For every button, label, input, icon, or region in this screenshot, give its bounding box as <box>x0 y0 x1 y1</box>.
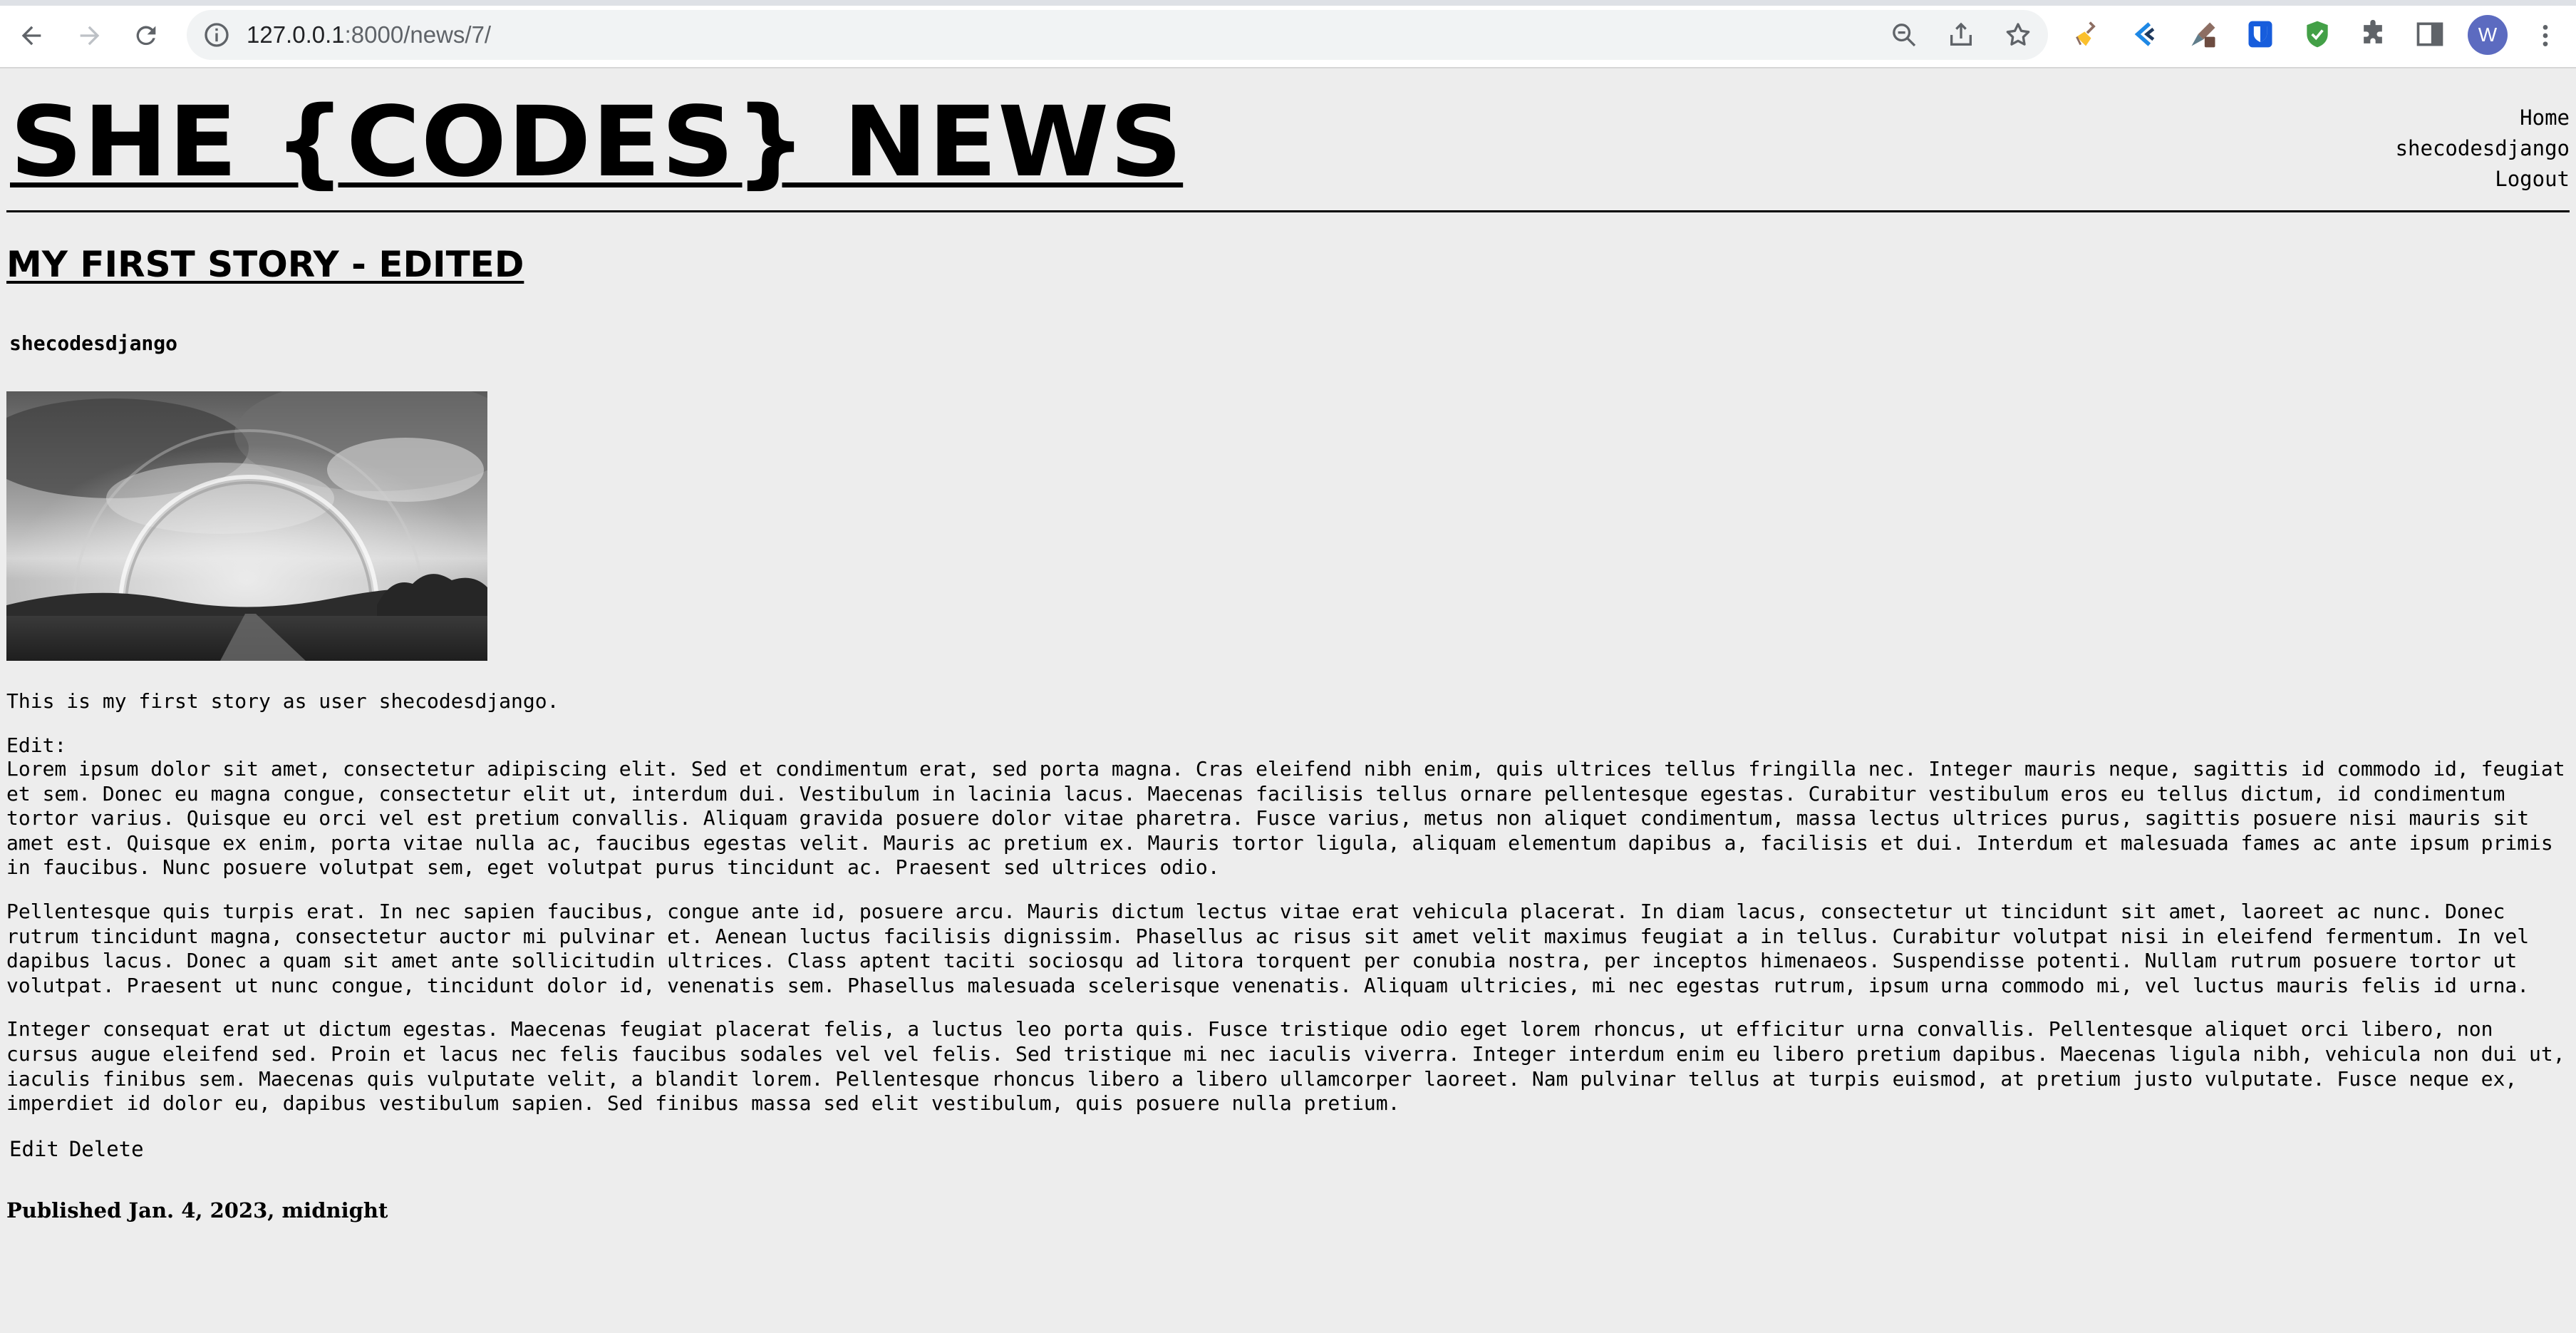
story-author: shecodesdjango <box>9 331 178 355</box>
story-body: Lorem ipsum dolor sit amet, consectetur … <box>6 757 2570 1136</box>
back-arrow-icon <box>21 26 41 46</box>
rainbow-photo <box>6 391 487 661</box>
story-paragraph: Lorem ipsum dolor sit amet, consectetur … <box>6 757 2565 880</box>
story-paragraph: Integer consequat erat ut dictum egestas… <box>6 1017 2565 1116</box>
forward-button[interactable] <box>70 16 110 56</box>
url-path: :8000/news/7/ <box>344 21 492 48</box>
reload-icon <box>136 26 156 46</box>
edit-story-link[interactable]: Edit <box>9 1137 59 1161</box>
profile-avatar[interactable]: W <box>2468 15 2508 55</box>
share-icon[interactable] <box>1947 21 1975 49</box>
url-text[interactable]: 127.0.0.1:8000/news/7/ <box>247 19 491 51</box>
address-bar[interactable]: 127.0.0.1:8000/news/7/ <box>187 10 2048 60</box>
page-content: SHE {CODES} NEWS Home shecodesdjango Log… <box>0 68 2576 1333</box>
nav-user-link[interactable]: shecodesdjango <box>2396 133 2570 164</box>
nav-home-link[interactable]: Home <box>2396 103 2570 133</box>
back-button[interactable] <box>11 16 51 56</box>
url-host: 127.0.0.1 <box>247 21 345 48</box>
bookmark-star-icon[interactable] <box>2004 21 2032 49</box>
side-panel-icon[interactable] <box>2413 17 2447 51</box>
story-actions: Edit Delete <box>9 1136 154 1162</box>
zoom-out-icon[interactable] <box>1890 21 1918 49</box>
cursor-extension-icon[interactable] <box>2127 17 2161 51</box>
tab-strip <box>0 0 2576 6</box>
story-title: MY FIRST STORY - EDITED <box>6 244 524 285</box>
site-nav: Home shecodesdjango Logout <box>2396 103 2570 195</box>
story-image <box>6 391 487 661</box>
story-paragraph: Pellentesque quis turpis erat. In nec sa… <box>6 899 2530 997</box>
forward-arrow-icon <box>80 26 100 46</box>
edit-label: Edit: <box>6 734 67 757</box>
extensions-puzzle-icon[interactable] <box>2356 17 2390 51</box>
eyedropper-extension-icon[interactable] <box>2186 17 2220 51</box>
shield-extension-icon[interactable] <box>2300 17 2334 51</box>
nav-logout-link[interactable]: Logout <box>2396 164 2570 195</box>
broom-extension-icon[interactable] <box>2070 17 2104 51</box>
delete-story-link[interactable]: Delete <box>69 1137 144 1161</box>
published-date: Published Jan. 4, 2023, midnight <box>6 1198 388 1223</box>
bitwarden-extension-icon[interactable] <box>2243 17 2277 51</box>
story-intro: This is my first story as user shecodesd… <box>6 689 559 713</box>
site-title-link[interactable]: SHE {CODES} NEWS <box>10 94 1183 191</box>
browser-toolbar: 127.0.0.1:8000/news/7/ W <box>0 0 2576 68</box>
browser-menu-icon[interactable] <box>2528 19 2562 53</box>
reload-button[interactable] <box>126 16 166 56</box>
header-divider <box>6 210 2570 212</box>
site-info-icon[interactable] <box>202 21 231 49</box>
